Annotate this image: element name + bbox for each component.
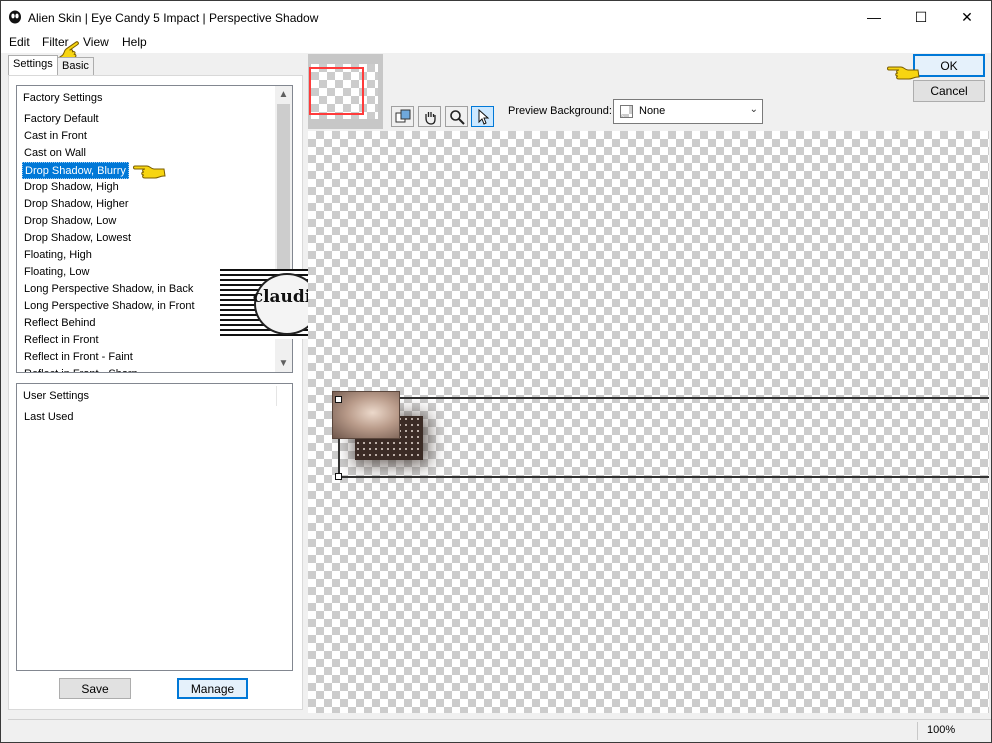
zoom-level: 100% — [927, 724, 956, 736]
list-item[interactable]: Drop Shadow, High — [22, 179, 121, 196]
maximize-icon: ☐ — [914, 8, 928, 25]
chevron-down-icon: ⌄ — [749, 104, 758, 115]
list-item[interactable]: Factory Default — [22, 111, 101, 128]
preview-canvas[interactable] — [308, 131, 989, 713]
user-settings-list[interactable]: User Settings Last Used — [16, 383, 293, 671]
selection-bottom-line — [338, 476, 989, 478]
save-button[interactable]: Save — [59, 678, 131, 699]
navigator-view-rect[interactable] — [309, 67, 364, 115]
menu-bar: Edit Filter View Help — [1, 33, 991, 53]
list-item[interactable]: Drop Shadow, Low — [22, 213, 118, 230]
gradient-tile — [332, 391, 400, 439]
list-item[interactable]: Long Perspective Shadow, in Back — [22, 281, 195, 298]
magnifier-icon — [449, 109, 465, 125]
tool-pan[interactable] — [418, 106, 441, 127]
tool-preview-toggle[interactable] — [391, 106, 414, 127]
user-settings-header: User Settings — [23, 390, 90, 402]
alien-skin-app-icon — [9, 10, 21, 24]
list-item[interactable]: Floating, Low — [22, 264, 91, 281]
arrow-cursor-icon — [478, 108, 489, 125]
menu-view[interactable]: View — [83, 35, 109, 49]
hand-pan-icon — [424, 111, 436, 125]
close-button[interactable]: ✕ — [944, 1, 990, 33]
maximize-button[interactable]: ☐ — [898, 1, 944, 33]
main-window: Alien Skin | Eye Candy 5 Impact | Perspe… — [0, 0, 992, 743]
list-item[interactable]: Drop Shadow, Blurry — [22, 162, 129, 179]
navigator-thumbnail[interactable] — [308, 54, 383, 129]
menu-edit[interactable]: Edit — [9, 35, 30, 49]
list-item[interactable]: Last Used — [22, 409, 76, 426]
factory-settings-header: Factory Settings — [23, 92, 103, 104]
cancel-button[interactable]: Cancel — [913, 80, 985, 102]
background-swatch-icon — [620, 105, 633, 118]
list-item[interactable]: Reflect Behind — [22, 315, 98, 332]
list-item[interactable]: Reflect in Front - Sharp — [22, 366, 140, 372]
minimize-button[interactable]: — — [851, 1, 897, 33]
scroll-up-icon[interactable]: ▲ — [275, 86, 292, 103]
transform-handle[interactable] — [335, 396, 342, 403]
preview-background-value: None — [639, 105, 666, 117]
window-title: Alien Skin | Eye Candy 5 Impact | Perspe… — [28, 11, 319, 25]
tool-select[interactable] — [471, 106, 494, 127]
scroll-down-icon[interactable]: ▼ — [275, 355, 292, 372]
preview-background-select[interactable]: None ⌄ — [613, 99, 763, 124]
tool-zoom[interactable] — [445, 106, 468, 127]
selection-top-line — [338, 397, 989, 399]
list-item[interactable]: Reflect in Front - Faint — [22, 349, 135, 366]
pointer-hand-icon — [133, 165, 166, 179]
close-icon: ✕ — [961, 8, 973, 25]
manage-button[interactable]: Manage — [177, 678, 248, 699]
status-separator — [917, 722, 918, 740]
list-item[interactable]: Cast in Front — [22, 128, 89, 145]
ok-button[interactable]: OK — [913, 54, 985, 77]
tab-settings[interactable]: Settings — [8, 55, 58, 75]
preview-background-label: Preview Background: — [508, 105, 612, 117]
list-item[interactable]: Floating, High — [22, 247, 94, 264]
preview-toggle-icon — [395, 109, 410, 122]
list-item[interactable]: Drop Shadow, Higher — [22, 196, 131, 213]
status-bar: 100% — [8, 719, 991, 741]
transform-handle[interactable] — [335, 473, 342, 480]
pointer-hand-icon — [887, 66, 920, 80]
scroll-thumb[interactable] — [277, 104, 290, 272]
minimize-icon: — — [867, 9, 881, 25]
list-item[interactable]: Reflect in Front — [22, 332, 101, 349]
title-bar: Alien Skin | Eye Candy 5 Impact | Perspe… — [1, 1, 991, 33]
list-item[interactable]: Drop Shadow, Lowest — [22, 230, 133, 247]
header-separator — [276, 386, 277, 406]
tab-basic[interactable]: Basic — [57, 57, 94, 75]
list-item[interactable]: Cast on Wall — [22, 145, 88, 162]
menu-help[interactable]: Help — [122, 35, 147, 49]
list-item[interactable]: Long Perspective Shadow, in Front — [22, 298, 197, 315]
